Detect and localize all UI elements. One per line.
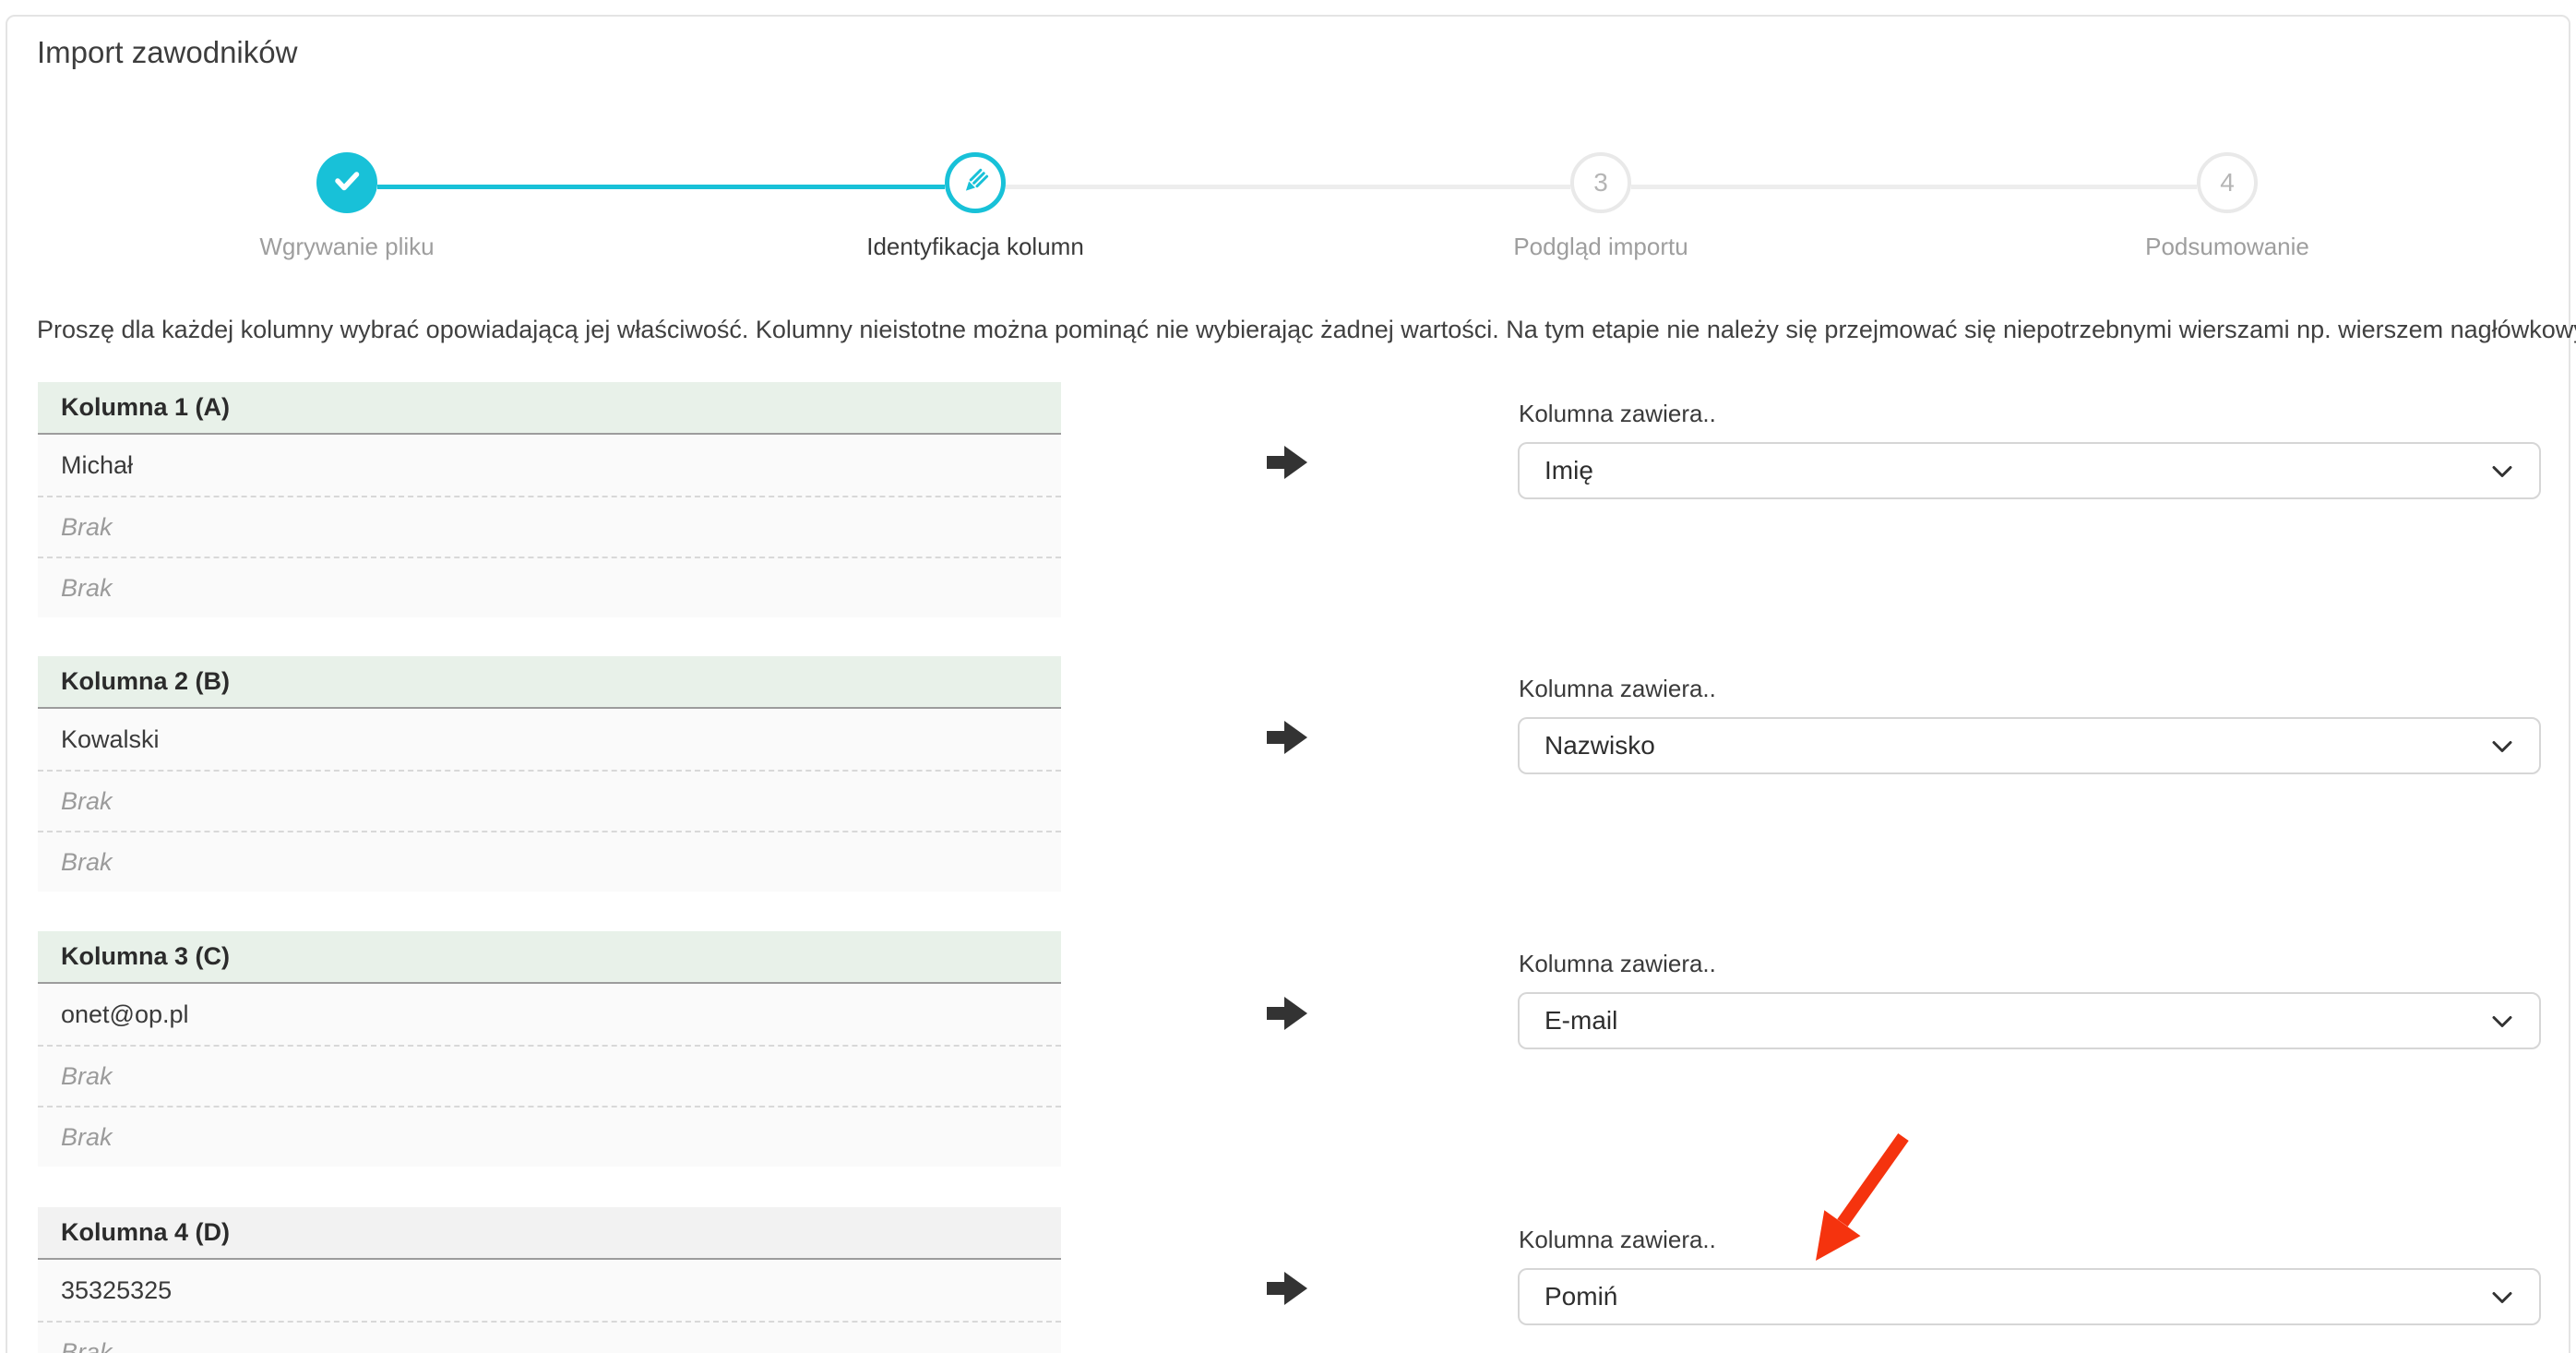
step-2-label: Identyfikacja kolumn (791, 233, 1160, 261)
selected-option: E-mail (1544, 1006, 1617, 1036)
step-3-number: 3 (1593, 168, 1608, 198)
mapping-label: Kolumna zawiera.. (1519, 400, 1716, 428)
column-2-cell: Brak (38, 831, 1061, 892)
annotation-arrow-icon (1788, 1124, 1917, 1275)
chevron-down-icon (2491, 1006, 2513, 1036)
chevron-down-icon (2491, 1282, 2513, 1311)
chevron-down-icon (2491, 456, 2513, 485)
arrow-right-icon (1267, 997, 1307, 1030)
stepper-connector-done (377, 185, 945, 189)
step-3-indicator: 3 (1570, 152, 1631, 213)
column-1-header: Kolumna 1 (A) (38, 382, 1061, 435)
check-icon (328, 162, 365, 204)
chevron-down-icon (2491, 731, 2513, 760)
stepper-connector (1006, 185, 1570, 189)
column-4-cell: 35325325 (38, 1260, 1061, 1321)
step-4-number: 4 (2220, 168, 2235, 198)
arrow-right-icon (1267, 721, 1307, 754)
mapping-label: Kolumna zawiera.. (1519, 675, 1716, 703)
pencil-icon (959, 164, 992, 202)
selected-option: Pomiń (1544, 1282, 1617, 1311)
column-3-cell: onet@op.pl (38, 984, 1061, 1045)
step-1-indicator[interactable] (316, 152, 377, 213)
step-3-label: Podgląd importu (1416, 233, 1785, 261)
column-3-cell: Brak (38, 1106, 1061, 1167)
arrow-right-icon (1267, 1272, 1307, 1305)
column-4-header: Kolumna 4 (D) (38, 1207, 1061, 1260)
column-1-cell: Brak (38, 557, 1061, 617)
step-2-indicator[interactable] (945, 152, 1006, 213)
column-preview-2: Kolumna 2 (B) Kowalski Brak Brak (38, 656, 1061, 892)
selected-option: Nazwisko (1544, 731, 1655, 760)
page-title: Import zawodników (37, 35, 297, 70)
column-2-header: Kolumna 2 (B) (38, 656, 1061, 709)
mapping-label: Kolumna zawiera.. (1519, 1226, 1716, 1254)
column-3-header: Kolumna 3 (C) (38, 931, 1061, 984)
import-wizard-page: Import zawodników 3 4 Wgrywanie pl (0, 0, 2576, 1353)
mapping-label: Kolumna zawiera.. (1519, 950, 1716, 978)
selected-option: Imię (1544, 456, 1593, 485)
column-4-cell: Brak (38, 1321, 1061, 1353)
column-2-cell: Kowalski (38, 709, 1061, 770)
stepper-connector (1631, 185, 2197, 189)
column-preview-3: Kolumna 3 (C) onet@op.pl Brak Brak (38, 931, 1061, 1167)
step-1-label: Wgrywanie pliku (162, 233, 531, 261)
column-3-cell: Brak (38, 1045, 1061, 1106)
column-3-type-select[interactable]: E-mail (1518, 992, 2541, 1049)
column-1-cell: Michał (38, 435, 1061, 496)
column-preview-4: Kolumna 4 (D) 35325325 Brak (38, 1207, 1061, 1353)
step-4-label: Podsumowanie (2043, 233, 2412, 261)
column-2-type-select[interactable]: Nazwisko (1518, 717, 2541, 774)
arrow-right-icon (1267, 446, 1307, 479)
column-1-cell: Brak (38, 496, 1061, 557)
column-4-type-select[interactable]: Pomiń (1518, 1268, 2541, 1325)
instruction-text: Proszę dla każdej kolumny wybrać opowiad… (37, 316, 2565, 344)
column-preview-1: Kolumna 1 (A) Michał Brak Brak (38, 382, 1061, 617)
column-1-type-select[interactable]: Imię (1518, 442, 2541, 499)
column-2-cell: Brak (38, 770, 1061, 831)
step-4-indicator: 4 (2197, 152, 2258, 213)
